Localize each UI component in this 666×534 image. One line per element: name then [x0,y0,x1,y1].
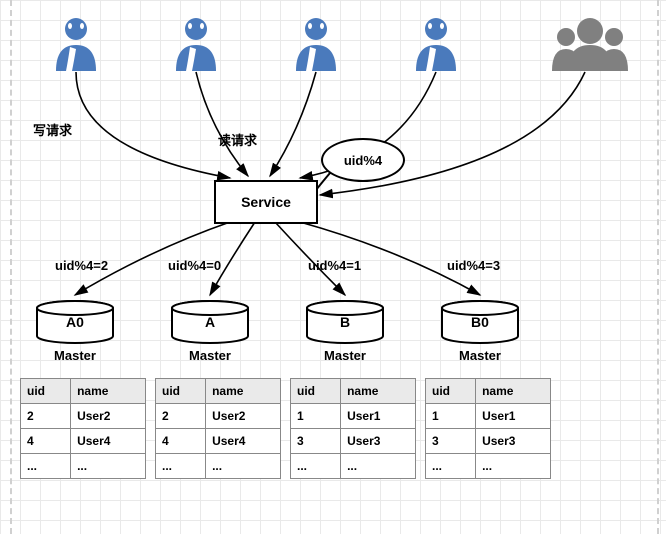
service-box: Service [214,180,318,224]
master-label: Master [305,348,385,363]
user-icon [168,15,224,71]
database-icon: A [170,300,250,344]
user-icon [288,15,344,71]
database-icon: B [305,300,385,344]
speech-bubble: uid%4 [321,138,405,182]
user-icon [48,15,104,71]
data-table: uidname 1User1 3User3 ...... [425,378,551,479]
master-label: Master [170,348,250,363]
database-icon: B0 [440,300,520,344]
data-table: uidname 2User2 4User4 ...... [20,378,146,479]
read-request-label: 读请求 [218,130,257,149]
database-icon: A0 [35,300,115,344]
master-label: Master [35,348,115,363]
branch-label: uid%4=1 [308,258,361,273]
data-table: uidname 1User1 3User3 ...... [290,378,416,479]
group-icon [540,15,640,71]
write-request-label: 写请求 [33,120,72,139]
data-table: uidname 2User2 4User4 ...... [155,378,281,479]
branch-label: uid%4=2 [55,258,108,273]
branch-label: uid%4=3 [447,258,500,273]
master-label: Master [440,348,520,363]
user-icon [408,15,464,71]
branch-label: uid%4=0 [168,258,221,273]
